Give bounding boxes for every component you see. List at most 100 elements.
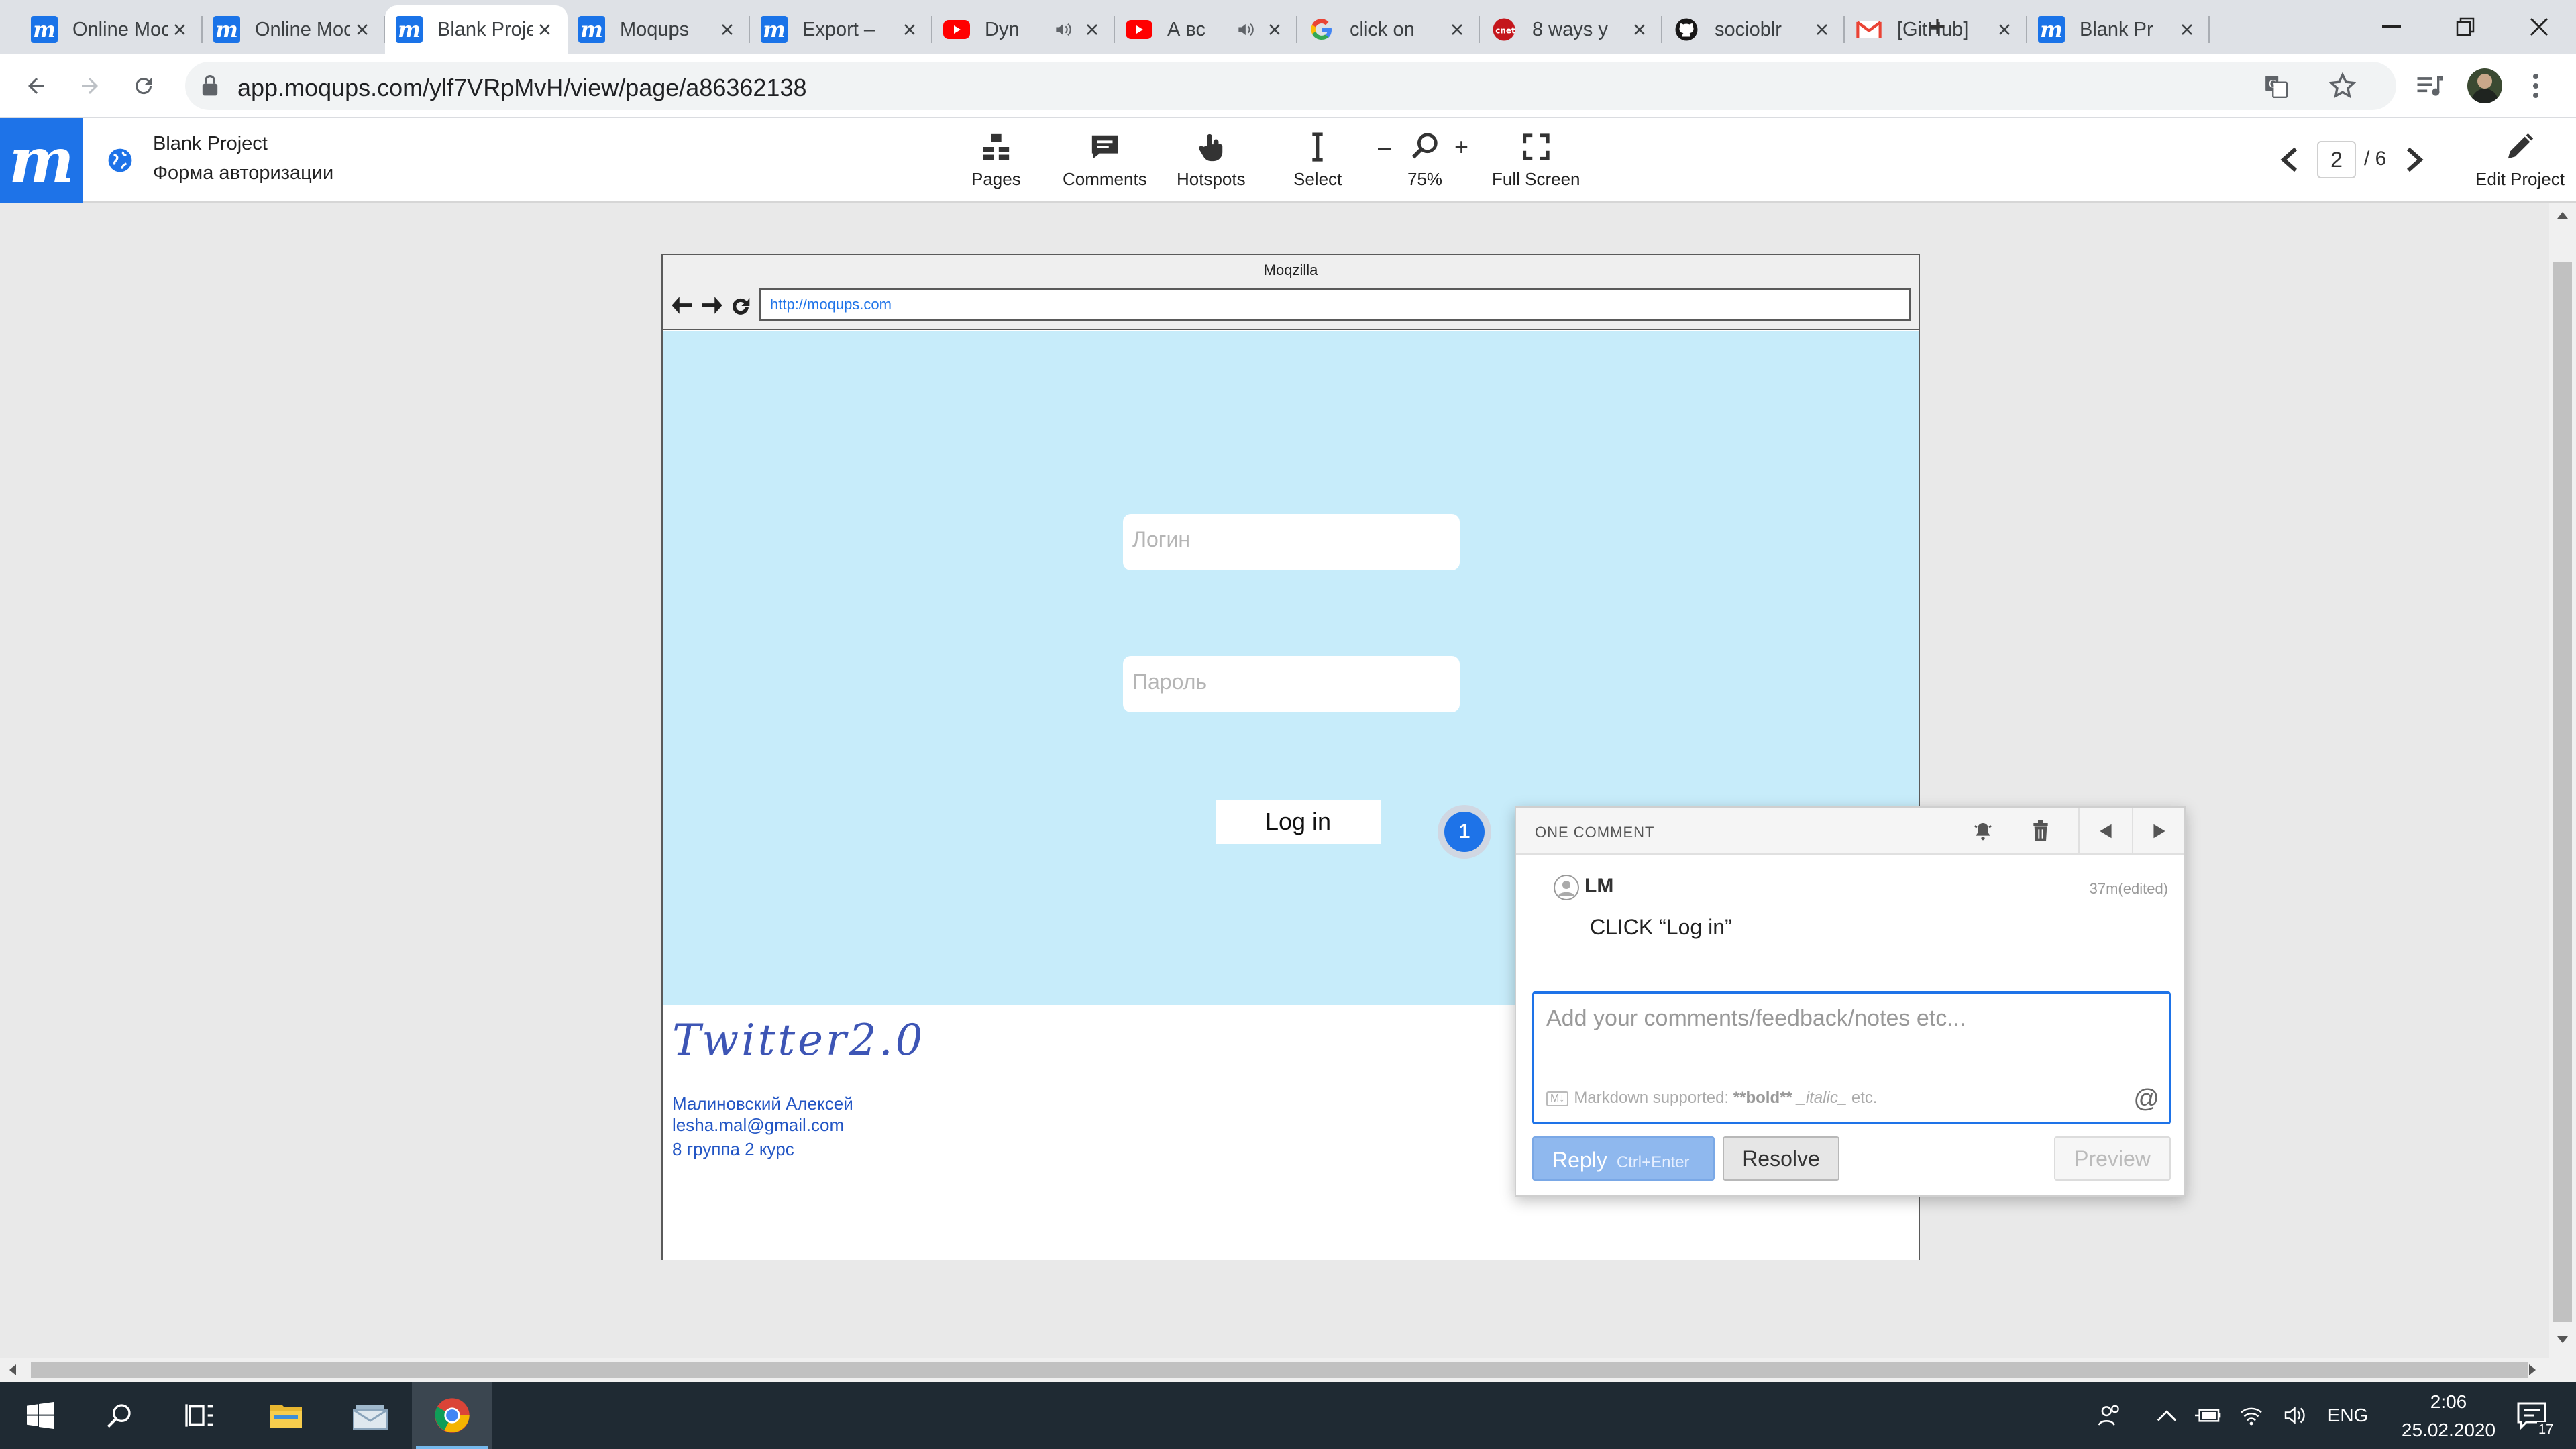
forward-arrow-icon[interactable] [70, 66, 110, 106]
close-tab-icon[interactable] [168, 17, 192, 42]
browser-tab[interactable]: socioblr [1662, 5, 1845, 54]
prev-comment-icon[interactable] [2078, 808, 2132, 855]
comment-reply-input[interactable]: Add your comments/feedback/notes etc... … [1532, 991, 2171, 1124]
language-indicator[interactable]: ENG [2321, 1382, 2375, 1449]
browser-tab[interactable]: m Online Mockup [203, 5, 385, 54]
browser-tab[interactable]: А вс [1115, 5, 1297, 54]
close-tab-icon[interactable] [1627, 17, 1652, 42]
restore-icon[interactable] [2428, 0, 2502, 54]
mention-at-icon[interactable]: @ [2133, 1085, 2159, 1114]
file-explorer-icon[interactable] [246, 1382, 326, 1449]
clock-time[interactable]: 2:06 [2402, 1391, 2496, 1413]
chrome-menu-icon[interactable] [2529, 71, 2542, 101]
close-tab-icon[interactable] [533, 17, 557, 42]
zoom-level: 75% [1407, 169, 1443, 189]
close-tab-icon[interactable] [898, 17, 922, 42]
zoom-out-button[interactable]: – [1378, 133, 1391, 161]
vertical-scroll-thumb[interactable] [2553, 262, 2572, 1322]
tab-audio-icon[interactable] [1237, 21, 1256, 38]
reply-button[interactable]: Reply Ctrl+Enter [1532, 1136, 1715, 1181]
media-control-icon[interactable] [2414, 71, 2443, 101]
task-view-icon[interactable] [160, 1382, 240, 1449]
preview-button[interactable]: Preview [2054, 1136, 2171, 1181]
comments-tool[interactable]: Comments [1063, 131, 1147, 190]
back-arrow-icon[interactable] [16, 66, 56, 106]
close-window-icon[interactable] [2502, 0, 2576, 54]
translate-icon[interactable]: G [2263, 74, 2289, 99]
wifi-icon[interactable] [2231, 1382, 2271, 1449]
search-icon[interactable] [79, 1382, 160, 1449]
fullscreen-tool[interactable]: Full Screen [1492, 131, 1580, 190]
clock-date[interactable]: 25.02.2020 [2381, 1419, 2516, 1441]
close-tab-icon[interactable] [1445, 17, 1469, 42]
close-tab-icon[interactable] [1810, 17, 1834, 42]
new-tab-button[interactable]: + [1917, 0, 1957, 54]
close-tab-icon[interactable] [715, 17, 739, 42]
resolve-button[interactable]: Resolve [1723, 1136, 1839, 1181]
browser-tab[interactable]: Dyn [932, 5, 1115, 54]
close-tab-icon[interactable] [1080, 17, 1104, 42]
pages-tool[interactable]: Pages [971, 131, 1021, 190]
close-tab-icon[interactable] [1992, 17, 2017, 42]
reload-icon[interactable] [123, 66, 164, 106]
password-field[interactable]: Пароль [1123, 656, 1460, 712]
chrome-taskbar-icon[interactable] [412, 1382, 492, 1449]
select-tool[interactable]: Select [1293, 131, 1342, 190]
close-tab-icon[interactable] [2175, 17, 2199, 42]
bookmark-star-icon[interactable] [2329, 72, 2356, 99]
url-text[interactable]: app.moqups.com/ylf7VRpMvH/view/page/a863… [237, 74, 807, 102]
minimize-icon[interactable] [2355, 0, 2428, 54]
horizontal-scrollbar[interactable] [0, 1358, 2576, 1382]
github-icon [1673, 16, 1700, 43]
login-field[interactable]: Логин [1123, 514, 1460, 570]
prev-page-icon[interactable] [2279, 146, 2300, 173]
comment-author-avatar [1554, 875, 1579, 900]
edit-project-label: Edit Project [2475, 169, 2565, 189]
scroll-down-icon[interactable] [2557, 1336, 2568, 1343]
horizontal-scroll-thumb[interactable] [31, 1362, 2528, 1378]
log-in-button[interactable]: Log in [1216, 800, 1381, 844]
address-bar[interactable]: app.moqups.com/ylf7VRpMvH/view/page/a863… [185, 62, 2396, 110]
scroll-up-icon[interactable] [2557, 212, 2568, 219]
moqups-logo[interactable]: m [0, 118, 83, 203]
browser-tab[interactable]: m Blank Pr [2027, 5, 2210, 54]
browser-tab[interactable]: cnet 8 ways y [1480, 5, 1662, 54]
edit-project-button[interactable]: Edit Project [2475, 131, 2565, 190]
tab-title: Blank Pr [2080, 18, 2153, 40]
people-icon[interactable] [2086, 1382, 2133, 1449]
close-tab-icon[interactable] [350, 17, 374, 42]
next-comment-icon[interactable] [2132, 808, 2186, 855]
windows-start-icon[interactable] [0, 1382, 80, 1449]
browser-tab[interactable]: click on [1297, 5, 1480, 54]
mail-app-icon[interactable] [330, 1382, 411, 1449]
scroll-right-icon[interactable] [2529, 1364, 2536, 1375]
notifications-icon[interactable]: 17 [2498, 1382, 2565, 1449]
battery-icon[interactable] [2188, 1382, 2229, 1449]
browser-tab[interactable]: m Export – [750, 5, 932, 54]
next-page-icon[interactable] [2404, 146, 2424, 173]
browser-tab[interactable]: m Blank Project [385, 5, 568, 54]
notify-bell-icon[interactable] [1956, 808, 2010, 855]
profile-avatar[interactable] [2467, 68, 2502, 103]
page-number-input[interactable]: 2 [2317, 141, 2356, 178]
browser-tab[interactable]: m Online Mockup [20, 5, 203, 54]
youtube-icon [943, 16, 970, 43]
tab-audio-icon[interactable] [1055, 21, 1073, 38]
page-name: Форма авторизации [153, 162, 334, 184]
page-total: / 6 [2364, 148, 2387, 170]
moqups-icon: m [578, 16, 605, 43]
scroll-left-icon[interactable] [9, 1364, 16, 1375]
svg-text:G: G [2269, 78, 2277, 91]
zoom-tool[interactable]: 75% [1407, 131, 1442, 190]
close-tab-icon[interactable] [1263, 17, 1287, 42]
hotspots-tool[interactable]: Hotspots [1177, 131, 1246, 190]
comment-panel: ONE COMMENT LM 37m(edited) CLICK “Log in… [1515, 806, 2186, 1197]
browser-tab[interactable]: m Moqups [568, 5, 750, 54]
tray-expand-icon[interactable] [2147, 1382, 2187, 1449]
delete-trash-icon[interactable] [2014, 808, 2068, 855]
footer-email: lesha.mal@gmail.com [672, 1115, 845, 1135]
comment-marker[interactable]: 1 [1438, 805, 1491, 859]
vertical-scrollbar[interactable] [2549, 203, 2576, 1358]
volume-icon[interactable] [2275, 1382, 2316, 1449]
zoom-in-button[interactable]: + [1454, 133, 1468, 161]
